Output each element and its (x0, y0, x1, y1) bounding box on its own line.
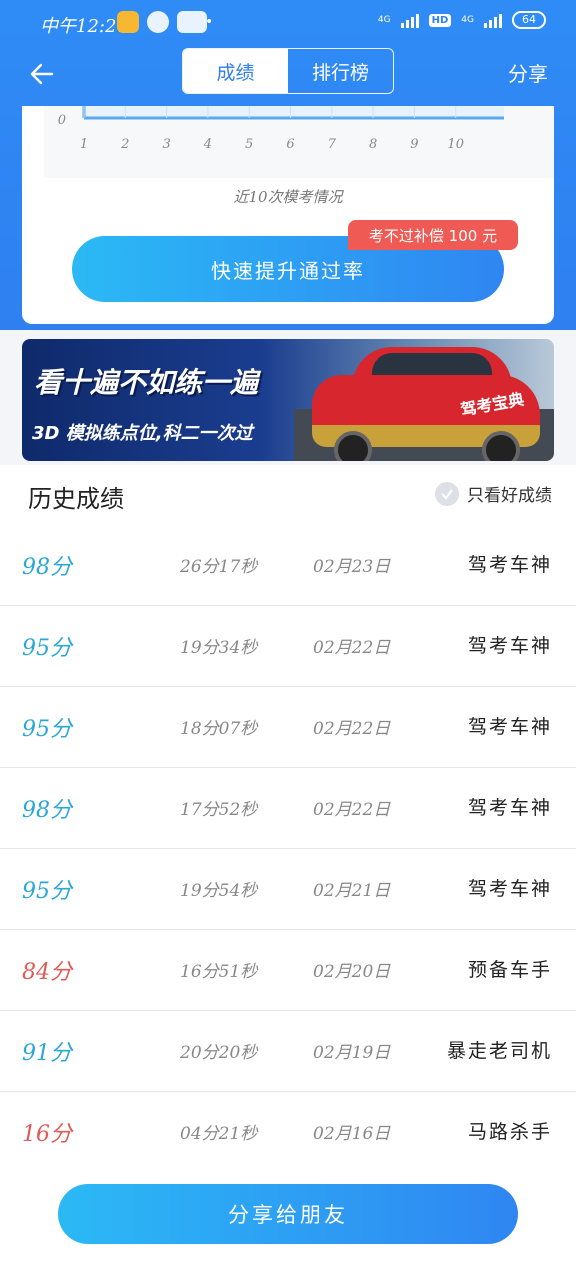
rank-title: 暴走老司机 (446, 1040, 552, 1062)
duration-value: 04分21秒 (180, 1124, 258, 1144)
refund-badge: 考不过补偿 100 元 (348, 220, 518, 250)
history-row[interactable]: 95分 19分34秒 02月22日 驾考车神 (0, 606, 576, 687)
share-to-friends-button[interactable]: 分享给朋友 (58, 1184, 518, 1244)
status-app-icons (117, 11, 207, 33)
rank-title: 马路杀手 (467, 1121, 552, 1143)
chart-x-tick-label: 6 (286, 137, 294, 152)
date-value: 02月22日 (313, 638, 391, 658)
score-value: 98分 (22, 555, 72, 580)
tab-switcher: 成绩 排行榜 (182, 48, 394, 94)
history-row[interactable]: 95分 18分07秒 02月22日 驾考车神 (0, 687, 576, 768)
notification-dot-icon: • (205, 14, 214, 30)
signal-icon (400, 12, 419, 28)
score-value: 95分 (22, 717, 72, 742)
rank-title: 驾考车神 (467, 635, 552, 657)
duration-value: 17分52秒 (180, 800, 258, 820)
date-value: 02月20日 (313, 962, 391, 982)
filter-label: 只看好成绩 (467, 486, 552, 506)
score-value: 91分 (22, 1041, 72, 1066)
chart-x-tick-label: 8 (369, 137, 377, 152)
app-notification-icon (117, 11, 139, 33)
status-time: 中午12:27 (40, 16, 128, 37)
date-value: 02月16日 (313, 1124, 391, 1144)
signal-icon (484, 12, 502, 28)
score-value: 95分 (22, 879, 72, 904)
rank-title: 驾考车神 (467, 878, 552, 900)
network-type-label: 4G (377, 15, 391, 25)
promo-banner[interactable]: 驾考宝典 看十遍不如练一遍 3D 模拟练点位,科二一次过 (22, 339, 554, 461)
duration-value: 19分54秒 (180, 881, 258, 901)
chart-y-tick-label: 0 (58, 113, 66, 128)
chart-x-tick-label: 5 (245, 137, 253, 152)
score-value: 98分 (22, 798, 72, 823)
status-indicators: 4G HD 4G 64 (378, 11, 546, 29)
app-notification-icon (177, 11, 207, 33)
check-icon[interactable] (435, 481, 459, 506)
score-card: 0 1 2 3 4 5 6 7 8 9 10 近10次模考情况 快速提升通过率 考不过补偿 100 … (22, 106, 554, 324)
history-row[interactable]: 16分 04分21秒 02月16日 马路杀手 (0, 1092, 576, 1172)
back-arrow-icon[interactable] (28, 60, 56, 88)
network-type-label: 4G (461, 15, 474, 25)
duration-value: 20分20秒 (180, 1043, 258, 1063)
chart-x-tick-label: 7 (328, 137, 337, 152)
score-value: 84分 (22, 960, 72, 985)
battery-icon: 64 (512, 11, 546, 29)
chart-caption: 近10次模考情况 (233, 188, 343, 206)
rank-title: 驾考车神 (467, 554, 552, 576)
tab-score[interactable]: 成绩 (183, 49, 288, 93)
history-row[interactable]: 95分 19分54秒 02月21日 驾考车神 (0, 849, 576, 930)
car-wheel (482, 431, 520, 461)
score-value: 16分 (22, 1122, 72, 1147)
history-list: 98分 26分17秒 02月23日 驾考车神 95分 19分34秒 02月22日 驾考车神 95… (0, 525, 576, 1172)
chart-x-tick-label: 2 (120, 137, 129, 152)
chart-x-tick-label: 3 (162, 137, 170, 152)
date-value: 02月19日 (313, 1043, 391, 1063)
duration-value: 18分07秒 (180, 719, 258, 739)
rank-title: 预备车手 (467, 959, 552, 981)
app-notification-icon (147, 11, 169, 33)
banner-subtitle: 3D 模拟练点位,科二一次过 (32, 423, 253, 444)
chart-x-tick-label: 9 (410, 137, 418, 152)
date-value: 02月22日 (313, 719, 391, 739)
history-row[interactable]: 98分 17分52秒 02月22日 驾考车神 (0, 768, 576, 849)
top-nav: 成绩 排行榜 分享 (0, 46, 576, 102)
date-value: 02月23日 (313, 557, 391, 577)
duration-value: 16分51秒 (180, 962, 258, 982)
hd-badge: HD (428, 13, 452, 27)
date-value: 02月21日 (313, 881, 391, 901)
good-scores-filter[interactable]: 只看好成绩 (435, 481, 552, 506)
rank-title: 驾考车神 (467, 797, 552, 819)
chart-plot-fill (84, 106, 504, 118)
history-row[interactable]: 91分 20分20秒 02月19日 暴走老司机 (0, 1011, 576, 1092)
duration-value: 26分17秒 (180, 557, 258, 577)
chart-x-tick-label: 10 (447, 137, 464, 152)
score-value: 95分 (22, 636, 72, 661)
bottom-bar: 分享给朋友 (0, 1166, 576, 1280)
banner-title: 看十遍不如练一遍 (34, 366, 259, 399)
car-wheel (334, 431, 372, 461)
date-value: 02月22日 (313, 800, 391, 820)
score-chart: 01 2 3 4 5 6 7 8 9 10 (58, 106, 504, 152)
chart-x-tick-label: 1 (80, 137, 88, 152)
status-bar: 中午12:27 • 4G HD 4G 64 (0, 0, 576, 46)
history-row[interactable]: 98分 26分17秒 02月23日 驾考车神 (0, 525, 576, 606)
history-title: 历史成绩 (28, 485, 124, 513)
tab-leaderboard[interactable]: 排行榜 (288, 49, 393, 93)
share-link[interactable]: 分享 (508, 58, 548, 87)
rank-title: 驾考车神 (467, 716, 552, 738)
history-header: 历史成绩 只看好成绩 (0, 465, 576, 526)
duration-value: 19分34秒 (180, 638, 258, 658)
chart-x-tick-label: 4 (203, 137, 212, 152)
history-row[interactable]: 84分 16分51秒 02月20日 预备车手 (0, 930, 576, 1011)
